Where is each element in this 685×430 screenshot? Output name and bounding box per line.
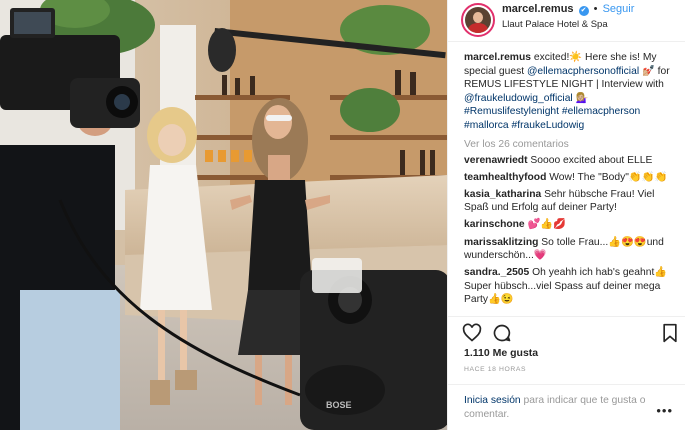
verified-badge-icon: ✔ <box>578 6 589 16</box>
avatar-photo <box>465 7 491 33</box>
bookmark-icon[interactable] <box>660 323 680 343</box>
comment-item: karinschone 💕👍💋 <box>464 218 676 232</box>
comment-username[interactable]: teamhealthyfood <box>464 172 546 183</box>
comment-item: kasia_katharina Sehr hübsche Frau! Viel … <box>464 188 676 215</box>
caption-hashtags[interactable]: #Remuslifestylenight #ellemacpherson #ma… <box>464 106 640 131</box>
caption-username[interactable]: marcel.remus <box>464 52 531 63</box>
comment-username[interactable]: sandra._2505 <box>464 267 529 278</box>
comment-item: sandra._2505 Oh yeahh ich hab's geahnt👍 … <box>464 266 676 307</box>
comment-username[interactable]: karinschone <box>464 219 525 230</box>
comment-icon[interactable] <box>492 323 512 343</box>
post-timestamp[interactable]: HACE 18 HORAS <box>464 366 526 373</box>
bose-logo: BOSE <box>326 400 352 410</box>
comment-username[interactable]: verenawriedt <box>464 155 528 166</box>
login-link[interactable]: Inicia sesión <box>464 395 521 406</box>
follow-button[interactable]: Seguir <box>603 3 635 15</box>
login-prompt: Inicia sesión para indicar que te gusta … <box>448 384 685 430</box>
action-bar <box>448 316 685 346</box>
header-username-row: marcel.remus ✔ • Seguir <box>502 3 634 16</box>
comment-item: teamhealthyfood Wow! The "Body"👏👏👏 <box>464 171 676 185</box>
heart-icon[interactable] <box>462 323 482 343</box>
post-caption: marcel.remus excited!☀️ Here she is! My … <box>464 51 676 133</box>
comment-text: 💕👍💋 <box>527 219 567 231</box>
view-all-comments-link[interactable]: Ver los 26 comentarios <box>464 139 676 150</box>
comment-username[interactable]: kasia_katharina <box>464 189 541 200</box>
post-sidebar: marcel.remus ✔ • Seguir Llaut Palace Hot… <box>447 0 685 430</box>
header-username[interactable]: marcel.remus <box>502 3 574 15</box>
post-photo[interactable]: BOSE <box>0 0 447 430</box>
header-separator: • <box>593 3 598 15</box>
caption-mention-elle[interactable]: @ellemacphersonofficial <box>527 66 639 77</box>
comment-text: Wow! The "Body"👏👏👏 <box>549 171 668 183</box>
comment-item: verenawriedt Soooo excited about ELLE <box>464 154 676 168</box>
location-link[interactable]: Llaut Palace Hotel & Spa <box>502 19 608 30</box>
more-options-icon[interactable]: ••• <box>656 403 673 418</box>
post-header: marcel.remus ✔ • Seguir Llaut Palace Hot… <box>448 0 685 42</box>
caption-mention-frauke[interactable]: @fraukeludowig_official <box>464 93 573 104</box>
comments-section: marcel.remus excited!☀️ Here she is! My … <box>448 42 685 312</box>
post-photo-scene: BOSE <box>0 0 447 430</box>
caption-text-3: 💁🏼‍♀️ <box>572 92 589 104</box>
comment-username[interactable]: marissaklitzing <box>464 237 538 248</box>
likes-count[interactable]: 1.110 Me gusta <box>464 347 538 359</box>
comment-item: marissaklitzing So tolle Frau...👍😍😍und w… <box>464 236 676 263</box>
comment-text: Soooo excited about ELLE <box>530 154 653 166</box>
profile-avatar[interactable] <box>461 3 495 37</box>
